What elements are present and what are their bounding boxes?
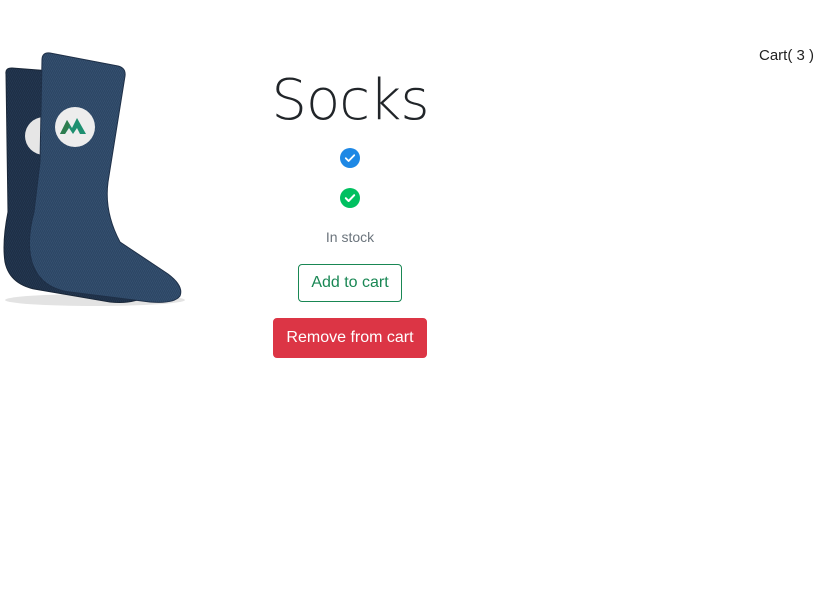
product-page: Cart( 3 ) Socks In stock Add to cart Rem… [0, 0, 814, 612]
socks-product-image [3, 52, 185, 306]
add-to-cart-button[interactable]: Add to cart [298, 264, 402, 302]
stock-status: In stock [325, 229, 375, 245]
verified-check-icon [340, 148, 360, 168]
cart-count-link[interactable]: Cart( 3 ) [759, 47, 814, 64]
product-title: Socks [271, 68, 429, 133]
remove-from-cart-button[interactable]: Remove from cart [273, 318, 427, 358]
product-details: Socks In stock Add to cart Remove from c… [250, 62, 450, 358]
available-check-icon [340, 188, 360, 208]
